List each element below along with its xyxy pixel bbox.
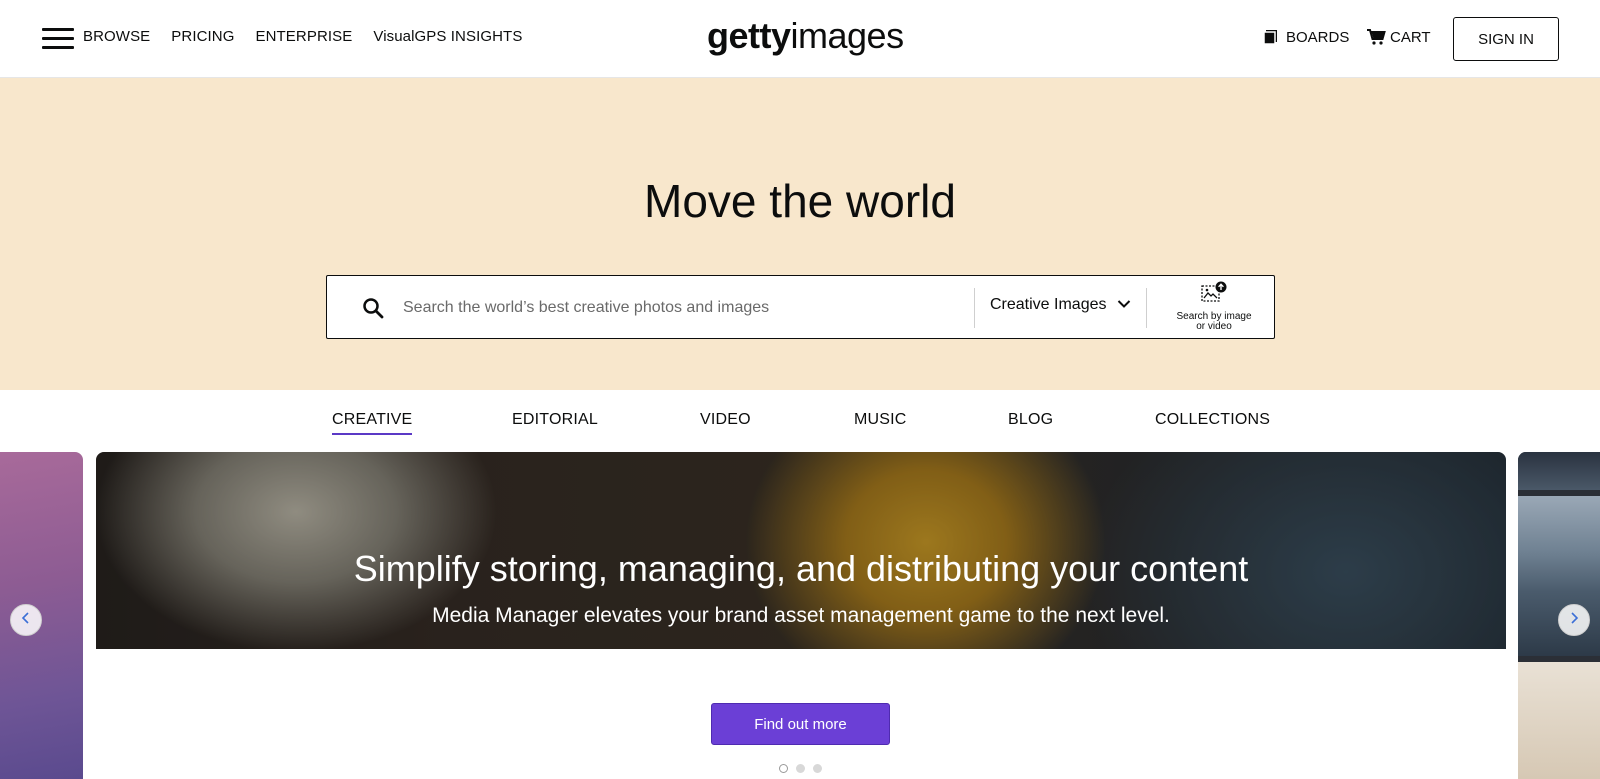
- search-by-image-button[interactable]: Search by image or video: [1159, 281, 1269, 335]
- primary-nav: BROWSE PRICING ENTERPRISE VisualGPS INSI…: [83, 28, 522, 45]
- chevron-right-icon: [1568, 611, 1580, 630]
- getty-images-logo[interactable]: gettyimages: [707, 14, 904, 58]
- search-input[interactable]: [403, 288, 963, 328]
- logo-light-text: images: [790, 15, 905, 56]
- tab-blog[interactable]: BLOG: [1008, 411, 1053, 429]
- carousel-dot-1[interactable]: [779, 764, 788, 773]
- search-icon[interactable]: [361, 296, 385, 320]
- carousel-title: Simplify storing, managing, and distribu…: [353, 548, 1249, 589]
- boards-label: BOARDS: [1286, 28, 1350, 46]
- search-divider: [974, 288, 975, 328]
- nav-browse[interactable]: BROWSE: [83, 28, 150, 45]
- tab-music[interactable]: MUSIC: [854, 411, 907, 429]
- search-type-label: Creative Images: [990, 296, 1107, 313]
- tab-collections[interactable]: COLLECTIONS: [1155, 411, 1270, 429]
- tab-editorial[interactable]: EDITORIAL: [512, 411, 598, 429]
- cart-label: CART: [1390, 28, 1431, 46]
- search-bar: Creative Images Search by image or video: [326, 275, 1275, 339]
- logo-bold-text: getty: [707, 15, 791, 56]
- carousel-dots: [779, 764, 822, 773]
- carousel-next-button[interactable]: [1558, 604, 1590, 636]
- nav-enterprise[interactable]: ENTERPRISE: [256, 28, 353, 45]
- search-type-dropdown[interactable]: Creative Images: [990, 296, 1131, 314]
- image-upload-icon: [1200, 281, 1228, 309]
- tab-creative[interactable]: CREATIVE: [332, 411, 413, 435]
- find-out-more-button[interactable]: Find out more: [711, 703, 890, 745]
- search-divider-2: [1146, 288, 1147, 328]
- cart-link[interactable]: CART: [1366, 28, 1431, 46]
- nav-pricing[interactable]: PRICING: [171, 28, 234, 45]
- carousel-dot-3[interactable]: [813, 764, 822, 773]
- sign-in-button[interactable]: SIGN IN: [1453, 17, 1559, 61]
- hero-title: Move the world: [644, 175, 956, 227]
- site-header: BROWSE PRICING ENTERPRISE VisualGPS INSI…: [0, 0, 1600, 78]
- menu-icon[interactable]: [42, 26, 74, 50]
- search-by-image-label-2: or video: [1196, 321, 1232, 332]
- boards-icon: [1262, 28, 1280, 46]
- chevron-down-icon: [1117, 296, 1131, 314]
- tab-video[interactable]: VIDEO: [700, 411, 751, 429]
- carousel-dot-2[interactable]: [796, 764, 805, 773]
- carousel-banner-image: Simplify storing, managing, and distribu…: [96, 452, 1506, 649]
- hero-section: Move the world Creative Images Search by…: [0, 78, 1600, 390]
- chevron-left-icon: [20, 611, 32, 630]
- content-tabs: CREATIVE EDITORIAL VIDEO MUSIC BLOG COLL…: [0, 390, 1600, 452]
- cart-icon: [1366, 28, 1386, 46]
- carousel-prev-button[interactable]: [10, 604, 42, 636]
- nav-visualgps-insights[interactable]: VisualGPS INSIGHTS: [373, 28, 522, 45]
- boards-link[interactable]: BOARDS: [1262, 28, 1349, 46]
- carousel-subtitle: Media Manager elevates your brand asset …: [432, 604, 1170, 627]
